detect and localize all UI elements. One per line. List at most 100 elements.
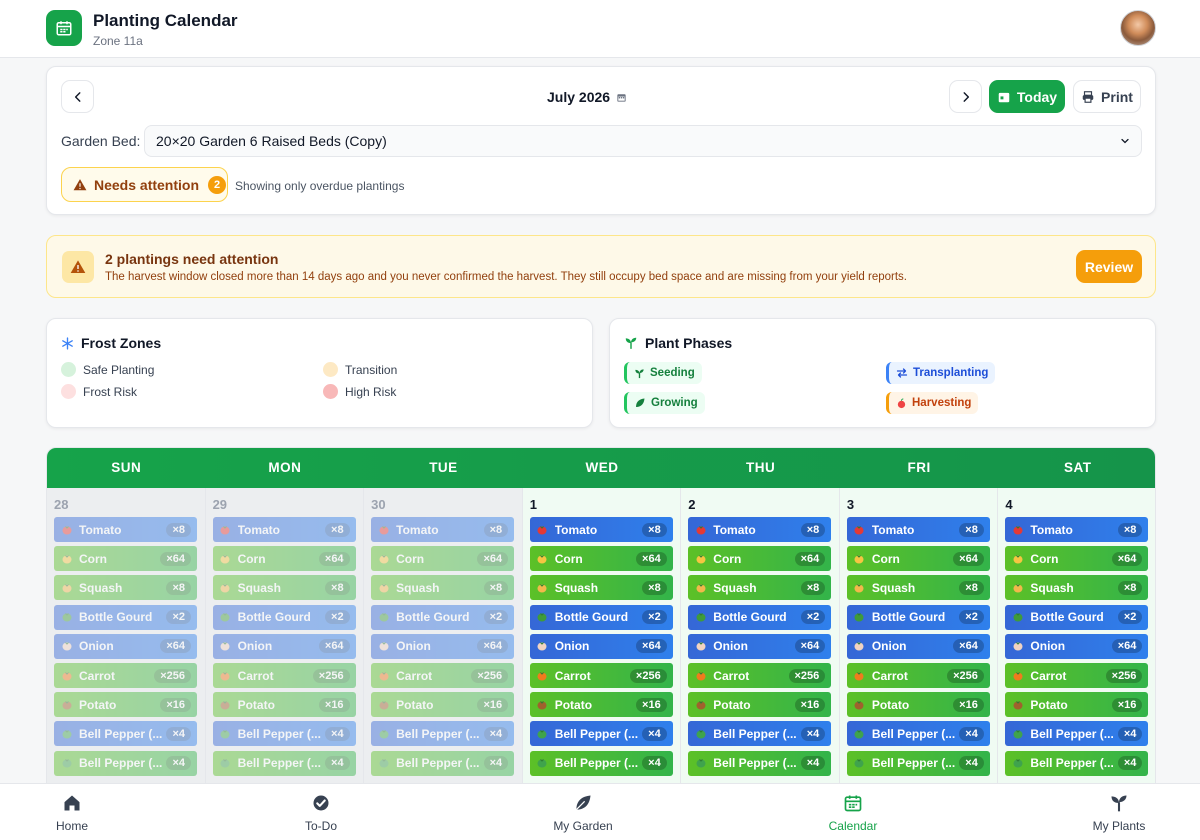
planting-entry[interactable]: Bell Pepper (... ×4 bbox=[529, 750, 673, 776]
planting-entry[interactable]: Onion ×64 bbox=[529, 633, 673, 659]
nav-home[interactable]: Home bbox=[12, 784, 132, 840]
planting-entry[interactable]: Bell Pepper (... ×4 bbox=[371, 750, 515, 776]
day-cell[interactable]: 4 Tomato ×8 Corn ×64 Squash ×8 Bottle Gourd ×2 On… bbox=[998, 488, 1155, 786]
planting-entry[interactable]: Carrot ×256 bbox=[688, 663, 832, 688]
planting-entry[interactable]: Tomato ×8 bbox=[212, 517, 356, 542]
planting-entry[interactable]: Bell Pepper (... ×4 bbox=[846, 750, 990, 776]
planting-entry[interactable]: Bottle Gourd ×2 bbox=[1005, 604, 1149, 630]
planting-name: Corn bbox=[554, 551, 583, 566]
planting-entry[interactable]: Bell Pepper (... ×4 bbox=[846, 721, 990, 747]
day-cell[interactable]: 2 Tomato ×8 Corn ×64 Squash ×8 Bottle Gourd ×2 On… bbox=[681, 488, 840, 786]
day-cell[interactable]: 3 Tomato ×8 Corn ×64 Squash ×8 Bottle Gourd ×2 On… bbox=[839, 488, 999, 786]
nav-todo[interactable]: To-Do bbox=[261, 784, 381, 840]
planting-entry[interactable]: Onion ×64 bbox=[54, 633, 197, 659]
day-number: 30 bbox=[371, 497, 386, 512]
planting-entry[interactable]: Tomato ×8 bbox=[846, 517, 990, 542]
planting-entry[interactable]: Bell Pepper (... ×4 bbox=[212, 750, 356, 776]
planting-entry[interactable]: Corn ×64 bbox=[212, 546, 356, 572]
planting-count: ×64 bbox=[318, 551, 350, 566]
squash-icon bbox=[377, 581, 390, 594]
month-picker[interactable]: July 2026 bbox=[427, 89, 747, 105]
planting-entry[interactable]: Bell Pepper (... ×4 bbox=[54, 750, 197, 776]
planting-entry[interactable]: Carrot ×256 bbox=[1005, 663, 1149, 688]
planting-name: Corn bbox=[79, 551, 107, 566]
day-cell[interactable]: 1 Tomato ×8 Corn ×64 Squash ×8 Bottle Gourd ×2 On… bbox=[522, 488, 682, 786]
planting-entry[interactable]: Corn ×64 bbox=[371, 546, 515, 572]
planting-entry[interactable]: Onion ×64 bbox=[212, 633, 356, 659]
planting-entry[interactable]: Potato ×16 bbox=[371, 692, 515, 718]
planting-entry[interactable]: Bell Pepper (... ×4 bbox=[688, 721, 832, 747]
pepper-icon bbox=[694, 727, 707, 740]
review-button[interactable]: Review bbox=[1076, 250, 1142, 283]
pepper-icon bbox=[853, 757, 866, 770]
planting-entry[interactable]: Tomato ×8 bbox=[54, 517, 197, 542]
planting-entry[interactable]: Bottle Gourd ×2 bbox=[846, 604, 990, 630]
planting-entry[interactable]: Bell Pepper (... ×4 bbox=[371, 721, 515, 747]
planting-entry[interactable]: Onion ×64 bbox=[371, 633, 515, 659]
today-button[interactable]: Today bbox=[989, 80, 1065, 113]
planting-entry[interactable]: Corn ×64 bbox=[1005, 546, 1149, 572]
planting-entry[interactable]: Potato ×16 bbox=[1005, 692, 1149, 718]
planting-count: ×256 bbox=[471, 668, 509, 683]
planting-entry[interactable]: Squash ×8 bbox=[688, 575, 832, 601]
planting-entry[interactable]: Potato ×16 bbox=[529, 692, 673, 718]
planting-entry[interactable]: Bell Pepper (... ×4 bbox=[529, 721, 673, 747]
previous-month-button[interactable] bbox=[61, 80, 94, 113]
planting-entry[interactable]: Tomato ×8 bbox=[529, 517, 673, 542]
planting-entry[interactable]: Potato ×16 bbox=[212, 692, 356, 718]
legend-label: Frost Risk bbox=[83, 384, 137, 399]
planting-entry[interactable]: Onion ×64 bbox=[846, 633, 990, 659]
planting-entry[interactable]: Bell Pepper (... ×4 bbox=[1005, 721, 1149, 747]
pepper-icon bbox=[853, 727, 866, 740]
planting-entry[interactable]: Potato ×16 bbox=[846, 692, 990, 718]
planting-entry[interactable]: Squash ×8 bbox=[371, 575, 515, 601]
planting-entry[interactable]: Corn ×64 bbox=[54, 546, 197, 572]
planting-entry[interactable]: Bell Pepper (... ×4 bbox=[212, 721, 356, 747]
planting-name: Potato bbox=[871, 697, 910, 712]
planting-entry[interactable]: Squash ×8 bbox=[212, 575, 356, 601]
planting-entry[interactable]: Potato ×16 bbox=[54, 692, 197, 718]
day-cell[interactable]: 28 Tomato ×8 Corn ×64 Squash ×8 Bottle Gourd ×2 O… bbox=[47, 488, 206, 786]
day-cell[interactable]: 30 Tomato ×8 Corn ×64 Squash ×8 Bottle Gourd ×2 O… bbox=[364, 488, 523, 786]
planting-entry[interactable]: Tomato ×8 bbox=[1005, 517, 1149, 542]
planting-entry[interactable]: Corn ×64 bbox=[529, 546, 673, 572]
planting-entry[interactable]: Squash ×8 bbox=[1005, 575, 1149, 601]
planting-entry[interactable]: Squash ×8 bbox=[54, 575, 197, 601]
planting-entry[interactable]: Carrot ×256 bbox=[371, 663, 515, 688]
planting-entry[interactable]: Corn ×64 bbox=[688, 546, 832, 572]
nav-my-garden[interactable]: My Garden bbox=[523, 784, 643, 840]
planting-entry[interactable]: Onion ×64 bbox=[1005, 633, 1149, 659]
planting-entry[interactable]: Bottle Gourd ×2 bbox=[688, 604, 832, 630]
print-button[interactable]: Print bbox=[1073, 80, 1141, 113]
planting-entry[interactable]: Squash ×8 bbox=[529, 575, 673, 601]
planting-entry[interactable]: Bell Pepper (... ×4 bbox=[1005, 750, 1149, 776]
planting-entry[interactable]: Corn ×64 bbox=[846, 546, 990, 572]
planting-count: ×256 bbox=[312, 668, 350, 683]
planting-entry[interactable]: Carrot ×256 bbox=[54, 663, 197, 688]
day-cell[interactable]: 29 Tomato ×8 Corn ×64 Squash ×8 Bottle Gourd ×2 O… bbox=[205, 488, 365, 786]
planting-entry[interactable]: Bell Pepper (... ×4 bbox=[688, 750, 832, 776]
garden-bed-select[interactable]: 20×20 Garden 6 Raised Beds (Copy) bbox=[144, 125, 1142, 157]
carrot-icon bbox=[536, 669, 549, 682]
planting-name: Corn bbox=[713, 551, 742, 566]
planting-entry[interactable]: Squash ×8 bbox=[846, 575, 990, 601]
planting-entry[interactable]: Bottle Gourd ×2 bbox=[54, 604, 197, 630]
planting-entry[interactable]: Bottle Gourd ×2 bbox=[371, 604, 515, 630]
planting-entry[interactable]: Carrot ×256 bbox=[212, 663, 356, 688]
planting-entry[interactable]: Potato ×16 bbox=[688, 692, 832, 718]
planting-entry[interactable]: Bottle Gourd ×2 bbox=[529, 604, 673, 630]
planting-entry[interactable]: Tomato ×8 bbox=[371, 517, 515, 542]
planting-entry[interactable]: Tomato ×8 bbox=[688, 517, 832, 542]
next-month-button[interactable] bbox=[949, 80, 982, 113]
planting-entry[interactable]: Bell Pepper (... ×4 bbox=[54, 721, 197, 747]
potato-icon bbox=[853, 698, 866, 711]
planting-entry[interactable]: Bottle Gourd ×2 bbox=[212, 604, 356, 630]
planting-entry[interactable]: Onion ×64 bbox=[688, 633, 832, 659]
nav-calendar[interactable]: Calendar bbox=[793, 784, 913, 840]
planting-entry[interactable]: Carrot ×256 bbox=[846, 663, 990, 688]
planting-count: ×4 bbox=[1117, 726, 1143, 741]
nav-my-plants[interactable]: My Plants bbox=[1059, 784, 1179, 840]
user-avatar[interactable] bbox=[1120, 10, 1156, 46]
planting-entry[interactable]: Carrot ×256 bbox=[529, 663, 673, 688]
needs-attention-filter[interactable]: Needs attention 2 bbox=[61, 167, 228, 202]
